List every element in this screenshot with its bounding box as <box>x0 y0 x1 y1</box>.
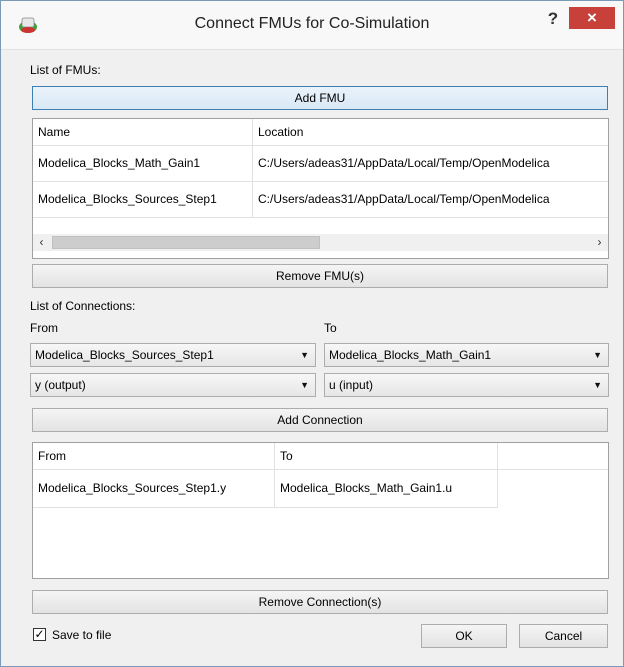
close-button[interactable]: × <box>569 7 615 29</box>
fmu-column-location[interactable]: Location <box>253 119 608 146</box>
from-variable-value: y (output) <box>35 378 86 392</box>
scroll-left-icon[interactable]: ‹ <box>33 234 50 251</box>
from-fmu-value: Modelica_Blocks_Sources_Step1 <box>35 348 214 362</box>
save-to-file-label: Save to file <box>52 628 112 642</box>
add-connection-button[interactable]: Add Connection <box>32 408 608 432</box>
fmu-row-2-name[interactable]: Modelica_Blocks_Sources_Step1 <box>33 182 253 218</box>
dialog-title: Connect FMUs for Co-Simulation <box>194 15 430 32</box>
fmu-table: Name Location Modelica_Blocks_Math_Gain1… <box>32 118 609 259</box>
connect-fmus-dialog: Connect FMUs for Co-Simulation ? × List … <box>0 0 624 667</box>
fmu-row-2-location[interactable]: C:/Users/adeas31/AppData/Local/Temp/Open… <box>253 182 608 218</box>
to-fmu-dropdown[interactable]: Modelica_Blocks_Math_Gain1 ▼ <box>324 343 609 367</box>
fmu-row-1-location[interactable]: C:/Users/adeas31/AppData/Local/Temp/Open… <box>253 146 608 182</box>
to-fmu-value: Modelica_Blocks_Math_Gain1 <box>329 348 492 362</box>
cancel-button[interactable]: Cancel <box>519 624 608 648</box>
add-fmu-button[interactable]: Add FMU <box>32 86 608 110</box>
chevron-down-icon: ▼ <box>593 350 602 360</box>
remove-fmu-button[interactable]: Remove FMU(s) <box>32 264 608 288</box>
scroll-right-icon[interactable]: › <box>591 234 608 251</box>
title-bar: Connect FMUs for Co-Simulation ? × <box>1 1 623 50</box>
fmu-list-label: List of FMUs: <box>30 63 101 77</box>
connection-column-to[interactable]: To <box>275 443 498 470</box>
chevron-down-icon: ▼ <box>593 380 602 390</box>
fmu-row-1-name[interactable]: Modelica_Blocks_Math_Gain1 <box>33 146 253 182</box>
to-label: To <box>324 321 337 335</box>
save-to-file-checkbox[interactable]: ✓ <box>33 628 46 641</box>
from-label: From <box>30 321 58 335</box>
from-variable-dropdown[interactable]: y (output) ▼ <box>30 373 316 397</box>
connection-column-empty <box>498 443 608 470</box>
ok-button[interactable]: OK <box>421 624 507 648</box>
help-button[interactable]: ? <box>541 9 565 31</box>
to-variable-value: u (input) <box>329 378 374 392</box>
chevron-down-icon: ▼ <box>300 350 309 360</box>
fmu-horizontal-scrollbar[interactable]: ‹ › <box>33 234 608 251</box>
connection-column-from[interactable]: From <box>33 443 275 470</box>
connection-row-1-from[interactable]: Modelica_Blocks_Sources_Step1.y <box>33 470 275 508</box>
fmu-column-name[interactable]: Name <box>33 119 253 146</box>
connections-list-label: List of Connections: <box>30 299 136 313</box>
connections-table: From To Modelica_Blocks_Sources_Step1.y … <box>32 442 609 579</box>
remove-connection-button[interactable]: Remove Connection(s) <box>32 590 608 614</box>
to-variable-dropdown[interactable]: u (input) ▼ <box>324 373 609 397</box>
from-fmu-dropdown[interactable]: Modelica_Blocks_Sources_Step1 ▼ <box>30 343 316 367</box>
chevron-down-icon: ▼ <box>300 380 309 390</box>
scrollbar-thumb[interactable] <box>52 236 320 249</box>
connection-row-1-to[interactable]: Modelica_Blocks_Math_Gain1.u <box>275 470 498 508</box>
